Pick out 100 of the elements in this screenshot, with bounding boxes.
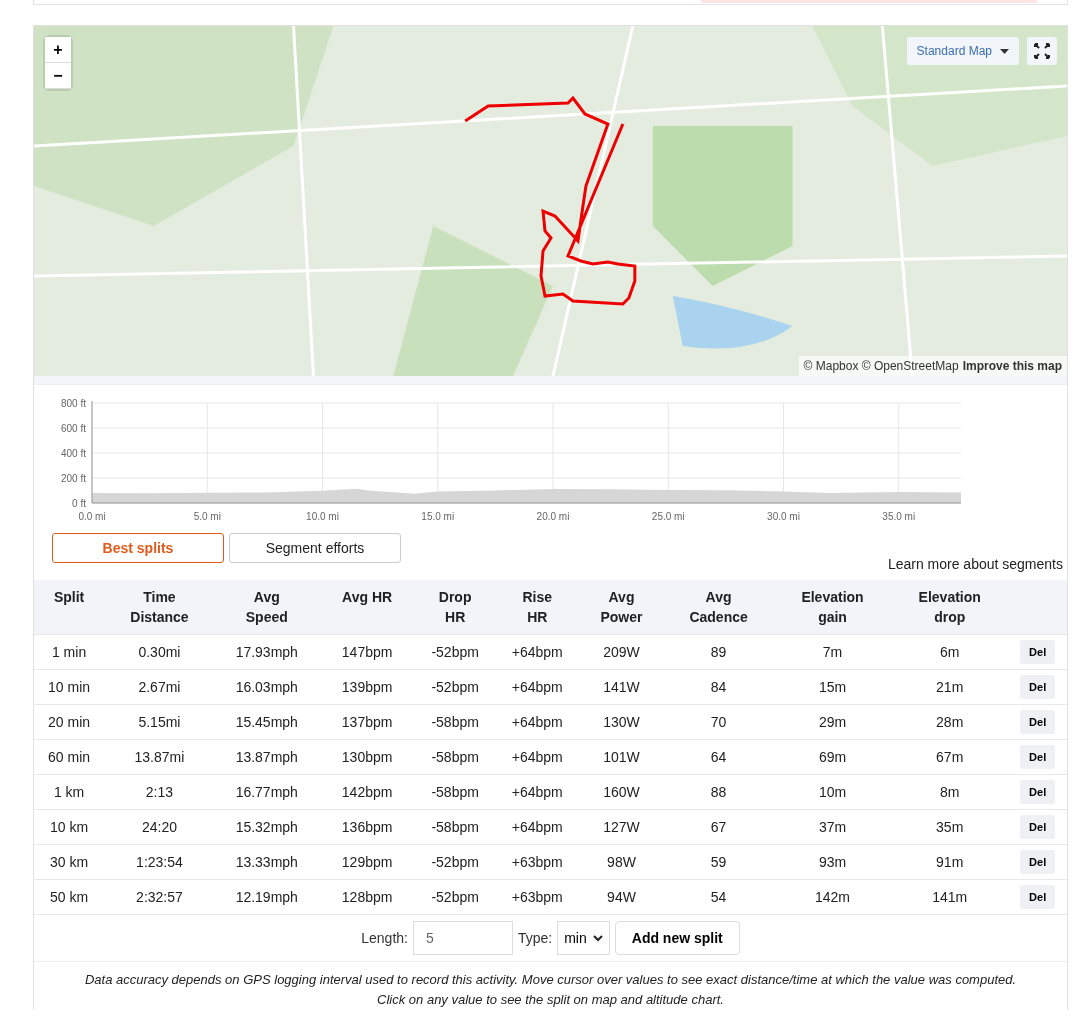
table-cell[interactable]: 67 <box>710 819 727 835</box>
table-cell[interactable]: -52bpm <box>431 854 479 870</box>
resize-handle[interactable] <box>34 376 1067 385</box>
split-tab[interactable]: Best splits <box>52 533 224 563</box>
table-cell[interactable]: 101W <box>603 749 640 765</box>
table-cell[interactable]: -58bpm <box>431 819 479 835</box>
table-cell[interactable]: 16.03mph <box>235 679 298 695</box>
table-cell[interactable]: 10 km <box>50 819 89 835</box>
table-cell[interactable]: 59 <box>710 854 727 870</box>
table-cell[interactable]: +64bpm <box>511 819 563 835</box>
table-cell[interactable]: 15m <box>818 679 847 695</box>
table-cell[interactable]: 8m <box>939 784 960 800</box>
table-cell[interactable]: 93m <box>818 854 847 870</box>
table-cell[interactable]: -52bpm <box>431 644 479 660</box>
table-cell[interactable]: 6m <box>939 644 960 660</box>
table-cell[interactable]: 13.33mph <box>235 854 298 870</box>
table-cell[interactable]: 147bpm <box>341 644 393 660</box>
table-cell[interactable]: -58bpm <box>431 784 479 800</box>
add-split-button[interactable]: Add new split <box>614 921 740 955</box>
zoom-in-button[interactable]: + <box>45 37 71 63</box>
delete-button[interactable]: Del <box>1020 885 1056 909</box>
table-cell[interactable]: 5.15mi <box>138 714 181 730</box>
table-cell[interactable]: 13.87mi <box>134 749 185 765</box>
table-cell[interactable]: -58bpm <box>431 749 479 765</box>
delete-button[interactable]: Del <box>1020 815 1056 839</box>
map-style-dropdown[interactable]: Standard Map <box>906 37 1019 65</box>
delete-button[interactable]: Del <box>1020 780 1056 804</box>
table-cell[interactable]: 128bpm <box>341 889 393 905</box>
table-cell[interactable]: 84 <box>710 679 727 695</box>
table-cell[interactable]: 24:20 <box>141 819 177 835</box>
split-tab[interactable]: Segment efforts <box>229 533 401 563</box>
table-cell[interactable]: 88 <box>710 784 727 800</box>
table-cell[interactable]: 67m <box>936 749 964 765</box>
table-cell[interactable]: 141W <box>603 679 640 695</box>
table-cell[interactable]: 160W <box>603 784 640 800</box>
table-cell[interactable]: 64 <box>710 749 727 765</box>
table-cell[interactable]: 130bpm <box>341 749 393 765</box>
table-cell[interactable]: +64bpm <box>511 679 563 695</box>
table-cell[interactable]: 54 <box>710 889 727 905</box>
table-cell[interactable]: 0.30mi <box>138 644 181 660</box>
table-cell[interactable]: 15.32mph <box>235 819 298 835</box>
table-cell[interactable]: 7m <box>822 644 843 660</box>
table-cell[interactable]: 70 <box>710 714 727 730</box>
table-cell[interactable]: 30 km <box>50 854 89 870</box>
table-cell[interactable]: +64bpm <box>511 749 563 765</box>
table-cell[interactable]: 12.19mph <box>235 889 298 905</box>
table-cell[interactable]: 29m <box>818 714 847 730</box>
table-cell[interactable]: 16.77mph <box>235 784 298 800</box>
table-cell[interactable]: 139bpm <box>341 679 393 695</box>
table-cell[interactable]: +63bpm <box>511 854 563 870</box>
table-cell[interactable]: -52bpm <box>431 679 479 695</box>
table-cell[interactable]: 28m <box>936 714 964 730</box>
length-input[interactable]: 5 <box>412 921 513 955</box>
table-cell[interactable]: 2:32:57 <box>136 889 183 905</box>
table-cell[interactable]: 37m <box>818 819 847 835</box>
table-cell[interactable]: 130W <box>603 714 640 730</box>
table-cell[interactable]: 137bpm <box>341 714 393 730</box>
delete-button[interactable]: Del <box>1020 850 1056 874</box>
table-cell[interactable]: 141m <box>932 889 968 905</box>
table-cell[interactable]: 35m <box>936 819 964 835</box>
table-cell[interactable]: 142m <box>815 889 851 905</box>
table-cell[interactable]: 94W <box>607 889 636 905</box>
table-cell[interactable]: 15.45mph <box>235 714 298 730</box>
type-select[interactable]: min <box>557 921 610 955</box>
table-cell[interactable]: 50 km <box>50 889 89 905</box>
table-cell[interactable]: +64bpm <box>511 644 563 660</box>
delete-button[interactable]: Del <box>1020 640 1056 664</box>
table-cell[interactable]: -52bpm <box>431 889 479 905</box>
table-cell[interactable]: 1:23:54 <box>136 854 183 870</box>
table-cell[interactable]: 69m <box>818 749 847 765</box>
table-cell[interactable]: 20 min <box>48 714 91 730</box>
table-cell[interactable]: 129bpm <box>341 854 393 870</box>
fullscreen-button[interactable] <box>1027 37 1057 65</box>
table-cell[interactable]: 13.87mph <box>235 749 298 765</box>
table-cell[interactable]: 10m <box>818 784 847 800</box>
table-cell[interactable]: 98W <box>607 854 636 870</box>
table-cell[interactable]: +64bpm <box>511 714 563 730</box>
delete-button[interactable]: Del <box>1020 710 1056 734</box>
delete-button[interactable]: Del <box>1020 745 1056 769</box>
table-cell[interactable]: 17.93mph <box>235 644 298 660</box>
table-cell[interactable]: +63bpm <box>511 889 563 905</box>
table-cell[interactable]: 1 min <box>51 644 87 660</box>
table-cell[interactable]: 1 km <box>53 784 85 800</box>
table-cell[interactable]: 127W <box>603 819 640 835</box>
table-cell[interactable]: 209W <box>603 644 640 660</box>
table-cell[interactable]: 2.67mi <box>138 679 181 695</box>
table-cell[interactable]: 91m <box>936 854 964 870</box>
learn-more-link[interactable]: Learn more about segments <box>887 556 1063 572</box>
table-cell[interactable]: 142bpm <box>341 784 393 800</box>
improve-map-link[interactable]: Improve this map <box>962 359 1062 373</box>
axis-tick-label: 400 ft <box>60 448 86 459</box>
table-cell[interactable]: 21m <box>936 679 964 695</box>
table-cell[interactable]: 2:13 <box>145 784 174 800</box>
table-cell[interactable]: 60 min <box>48 749 91 765</box>
delete-button[interactable]: Del <box>1020 675 1056 699</box>
table-cell[interactable]: 89 <box>710 644 727 660</box>
table-cell[interactable]: 136bpm <box>341 819 393 835</box>
table-cell[interactable]: -58bpm <box>431 714 479 730</box>
table-cell[interactable]: 10 min <box>48 679 91 695</box>
table-cell[interactable]: +64bpm <box>511 784 563 800</box>
